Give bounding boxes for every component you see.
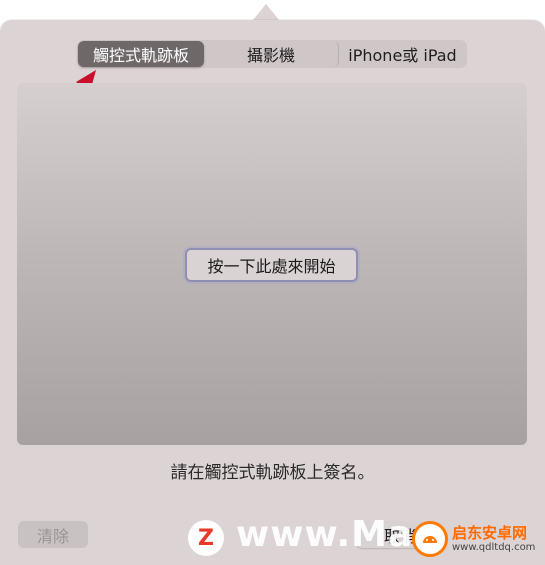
input-source-segmented-control: 觸控式軌跡板 攝影機 iPhone或 iPad <box>77 40 467 68</box>
tab-trackpad[interactable]: 觸控式軌跡板 <box>78 41 204 67</box>
watermark-badge: 启东安卓网 www.qdltdq.com <box>412 516 542 562</box>
popover-pointer <box>252 4 280 21</box>
signing-instruction: 請在觸控式軌跡板上簽名。 <box>170 463 375 483</box>
clear-button[interactable]: 清除 <box>18 521 88 548</box>
android-head-icon <box>423 536 437 543</box>
click-to-start-button[interactable]: 按一下此處來開始 <box>185 248 358 282</box>
watermark-logo-icon: Z <box>188 520 224 556</box>
tab-camera[interactable]: 攝影機 <box>204 41 339 67</box>
watermark-text: www.Mac <box>236 514 436 555</box>
watermark-badge-icon <box>412 521 448 557</box>
screenshot-stage: 觸控式軌跡板 攝影機 iPhone或 iPad 按一下此處來開始 請在觸控式軌跡… <box>0 0 545 565</box>
watermark-badge-text: 启东安卓网 www.qdltdq.com <box>452 525 535 553</box>
watermark-badge-url: www.qdltdq.com <box>452 541 536 553</box>
watermark-badge-name: 启东安卓网 <box>452 524 528 543</box>
tab-iphone-ipad[interactable]: iPhone或 iPad <box>339 41 466 67</box>
